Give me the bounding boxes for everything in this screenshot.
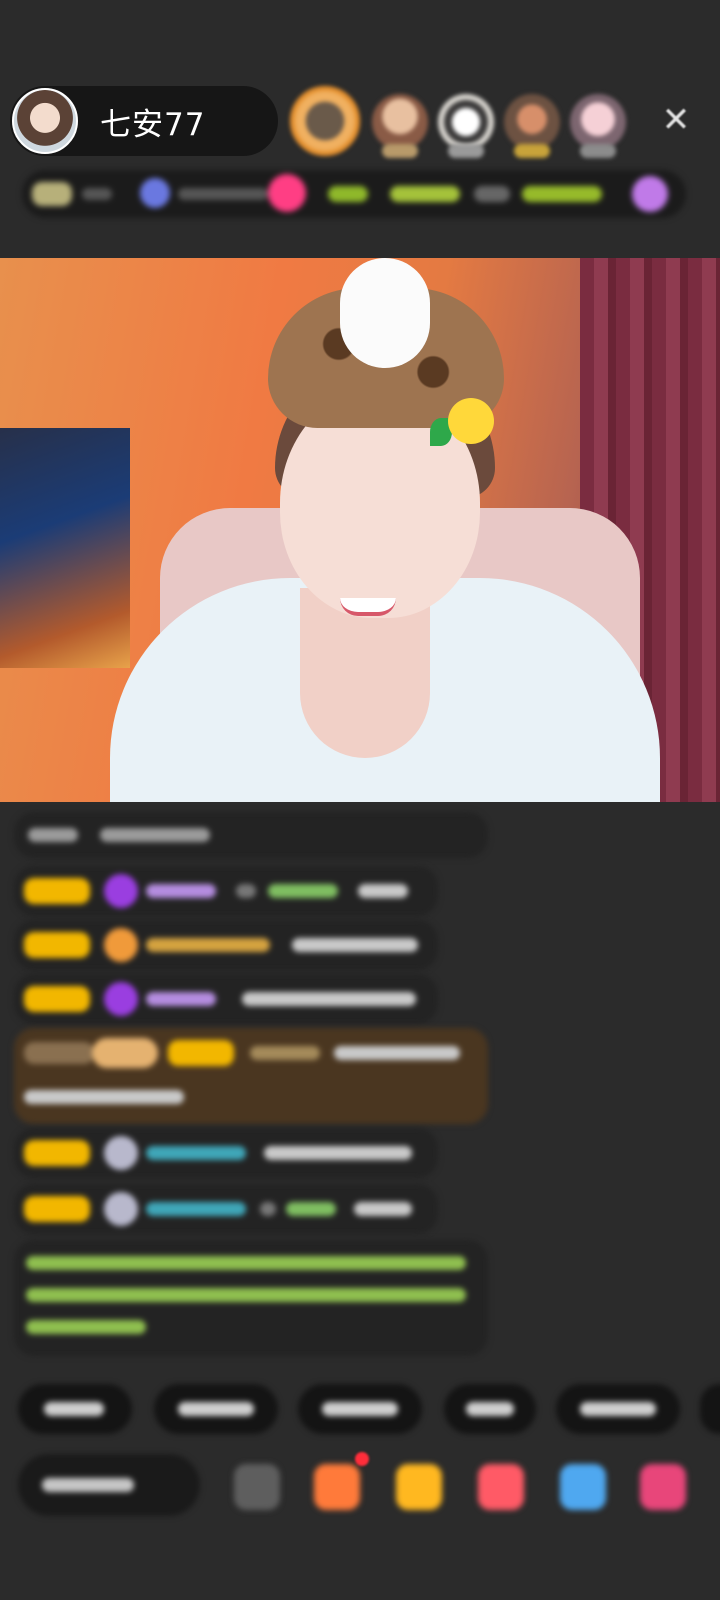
- task-text: [328, 186, 368, 202]
- quick-reply-chip[interactable]: [298, 1384, 422, 1434]
- message-text: [236, 884, 256, 898]
- close-icon[interactable]: ✕: [656, 100, 696, 140]
- host-card[interactable]: 七安77: [10, 86, 278, 156]
- chat-message[interactable]: [14, 1128, 438, 1178]
- chip-text: [580, 1402, 656, 1416]
- notice-text: [100, 828, 210, 842]
- vip-badge: [168, 1040, 234, 1066]
- activity-icon[interactable]: [560, 1464, 606, 1510]
- gift-box-icon[interactable]: [314, 1464, 360, 1510]
- chat-notice: [14, 812, 488, 858]
- mention-name: [268, 884, 338, 898]
- viewer-avatar[interactable]: [290, 86, 360, 156]
- video-flower-sticker: [448, 398, 494, 444]
- gift-icon[interactable]: [396, 1464, 442, 1510]
- level-gem-icon: [104, 928, 138, 962]
- video-bg-poster: [0, 428, 130, 668]
- username: [146, 938, 270, 952]
- quick-reply-chip[interactable]: [444, 1384, 536, 1434]
- chip-text: [322, 1402, 398, 1416]
- viewer-avatar[interactable]: [372, 94, 428, 150]
- username: [146, 992, 216, 1006]
- vip-badge: [24, 1196, 90, 1222]
- viewer-rank-tag: [382, 144, 418, 158]
- message-text: [264, 1146, 412, 1160]
- fan-level-badge: [92, 1038, 158, 1068]
- notice-text: [28, 828, 78, 842]
- message-text: [358, 884, 408, 898]
- stats-bar[interactable]: [22, 170, 686, 218]
- message-text: [334, 1046, 460, 1060]
- fan-club-icon[interactable]: [268, 174, 306, 212]
- chat-system-message: [14, 1240, 488, 1356]
- chip-text: [44, 1402, 104, 1416]
- message-text: [24, 1090, 184, 1104]
- username: [146, 884, 216, 898]
- stats-text: [82, 188, 112, 200]
- viewer-avatar[interactable]: [438, 94, 494, 150]
- quick-reply-chip[interactable]: [556, 1384, 680, 1434]
- system-text: [26, 1320, 146, 1334]
- viewer-rank-tag: [580, 144, 616, 158]
- username: [250, 1046, 320, 1060]
- chat-message[interactable]: [14, 920, 438, 970]
- chat-message[interactable]: [14, 1184, 438, 1234]
- video-kitty-plush: [340, 258, 430, 368]
- vip-badge: [24, 932, 90, 958]
- chat-gift-message[interactable]: [14, 1028, 488, 1124]
- task-text: [474, 186, 510, 202]
- quick-reply-chip[interactable]: [154, 1384, 278, 1434]
- task-text: [522, 186, 602, 202]
- live-video[interactable]: [0, 258, 720, 802]
- viewer-rank-tag: [448, 144, 484, 158]
- notification-dot: [355, 1452, 369, 1466]
- game-icon[interactable]: [478, 1464, 524, 1510]
- shop-icon[interactable]: [640, 1464, 686, 1510]
- system-text: [26, 1288, 466, 1302]
- viewer-avatar[interactable]: [504, 94, 560, 150]
- vip-badge: [24, 986, 90, 1012]
- host-name: 七安77: [100, 106, 206, 143]
- ranking-icon: [140, 178, 170, 208]
- mention-name: [286, 1202, 336, 1216]
- chat-input-placeholder: [42, 1478, 134, 1492]
- stats-text: [178, 188, 268, 200]
- viewer-rank-tag: [514, 144, 550, 158]
- chat-message[interactable]: [14, 866, 438, 916]
- message-text: [260, 1202, 276, 1216]
- chip-text: [178, 1402, 254, 1416]
- fan-badge: [24, 1042, 94, 1064]
- level-gem-icon: [104, 982, 138, 1016]
- level-gem-icon: [104, 874, 138, 908]
- message-text: [242, 992, 416, 1006]
- chat-message[interactable]: [14, 974, 438, 1024]
- username: [146, 1146, 246, 1160]
- vip-badge: [24, 1140, 90, 1166]
- quick-reply-chip[interactable]: [700, 1384, 720, 1434]
- task-text: [390, 186, 460, 202]
- level-gem-icon: [104, 1136, 138, 1170]
- username: [146, 1202, 246, 1216]
- quick-reply-chip[interactable]: [18, 1384, 132, 1434]
- chip-text: [466, 1402, 514, 1416]
- viewer-avatar[interactable]: [570, 94, 626, 150]
- activity-icon[interactable]: [632, 176, 668, 212]
- more-icon[interactable]: [234, 1464, 280, 1510]
- level-gem-icon: [104, 1192, 138, 1226]
- chat-input[interactable]: [18, 1454, 200, 1516]
- host-avatar[interactable]: [12, 88, 78, 154]
- system-text: [26, 1256, 466, 1270]
- vip-badge: [24, 878, 90, 904]
- message-text: [292, 938, 418, 952]
- message-text: [354, 1202, 412, 1216]
- level-icon: [32, 182, 72, 206]
